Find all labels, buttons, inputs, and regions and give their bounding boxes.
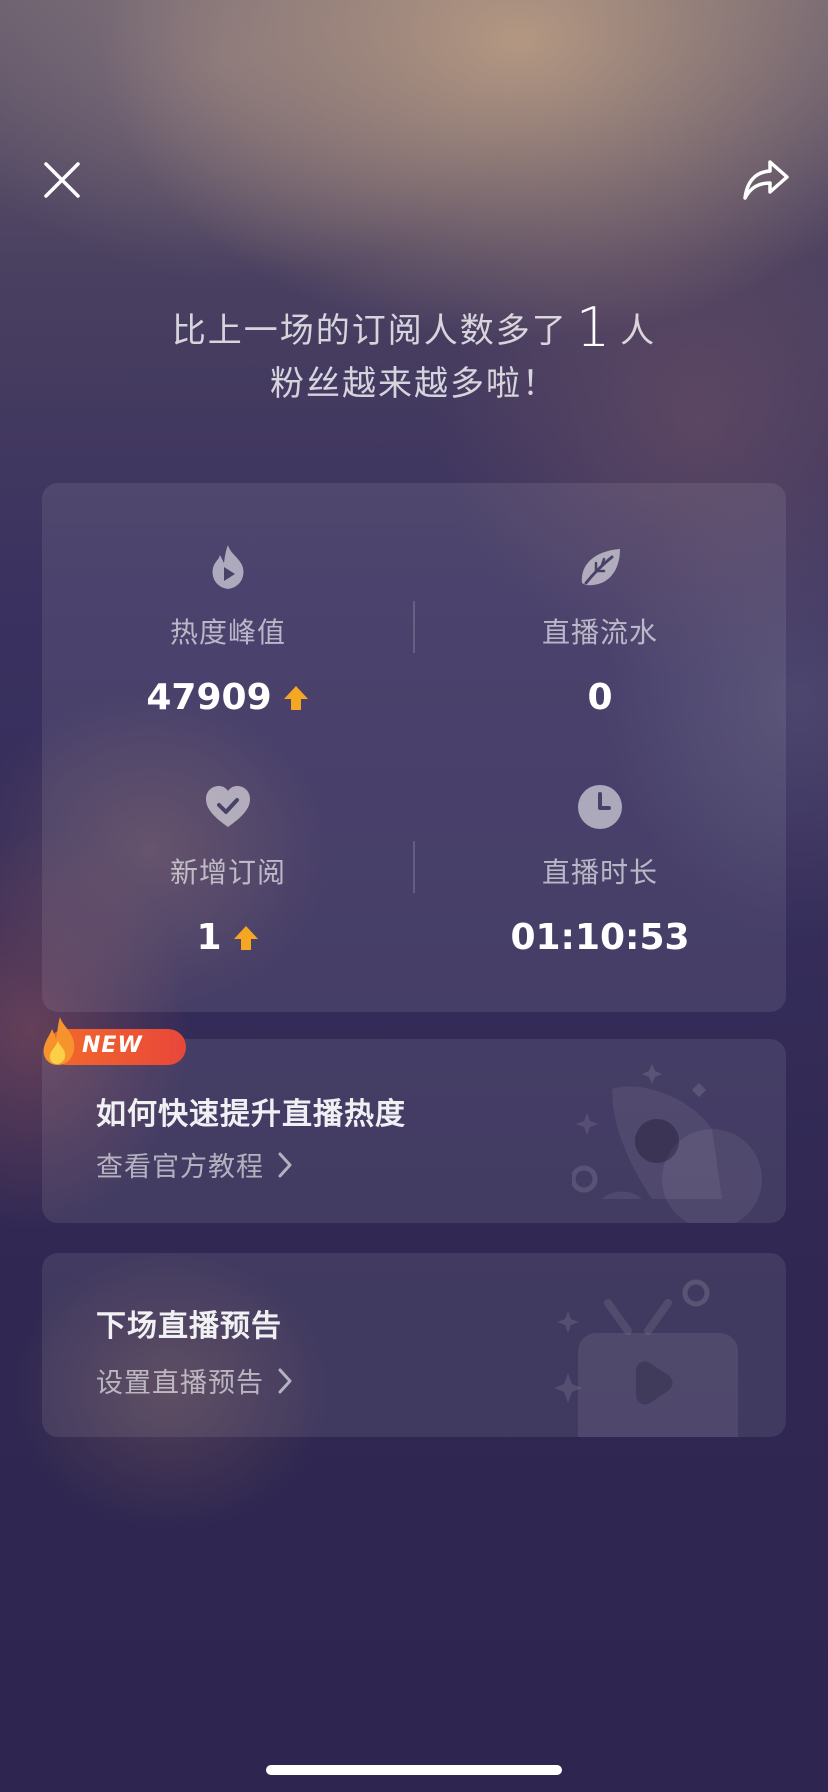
- share-icon: [743, 160, 789, 200]
- stat-label: 新增订阅: [169, 856, 286, 889]
- stats-card: 热度峰值 47909 直播流水 0 新增订阅 1 直播时长 01:10:53: [42, 483, 786, 1012]
- stat-number: 0: [587, 677, 613, 718]
- promo-link[interactable]: 查看官方教程: [96, 1145, 292, 1184]
- stat-label: 直播时长: [541, 856, 658, 889]
- close-button[interactable]: [32, 150, 92, 210]
- promo-link[interactable]: 设置直播预告: [96, 1361, 292, 1400]
- promo-title: 下场直播预告: [96, 1309, 282, 1344]
- promo-link-text: 设置直播预告: [96, 1368, 264, 1399]
- heart-check-icon: [206, 786, 250, 827]
- rocket-illustration: [572, 1064, 762, 1223]
- promo-title: 如何快速提升直播热度: [96, 1097, 406, 1132]
- tv-illustration: [554, 1279, 738, 1437]
- stat-value: 1: [42, 917, 414, 958]
- stat-number: 1: [196, 917, 222, 958]
- stat-label: 热度峰值: [169, 616, 286, 649]
- up-arrow-icon: [283, 685, 308, 710]
- stat-value: 47909: [42, 677, 414, 718]
- stat-number: 47909: [146, 677, 272, 718]
- chevron-right-icon: [278, 1368, 292, 1393]
- headline-number: 1: [575, 296, 613, 359]
- stat-value: 0: [414, 677, 786, 718]
- promo-link-text: 查看官方教程: [96, 1152, 264, 1183]
- stat-new-subscriptions: 新增订阅 1: [42, 783, 414, 958]
- flame-play-icon: [212, 545, 244, 589]
- flame-icon: [43, 1017, 75, 1065]
- headline-suffix: 人: [620, 311, 657, 351]
- stat-label: 直播流水: [541, 616, 658, 649]
- headline-line2: 粉丝越来越多啦！: [270, 364, 558, 404]
- clock-icon: [578, 785, 622, 829]
- new-badge-text: NEW: [82, 1033, 143, 1058]
- home-indicator[interactable]: [266, 1765, 562, 1775]
- up-arrow-icon: [233, 925, 258, 950]
- leaf-icon: [581, 549, 620, 586]
- promo-card-heat-tutorial[interactable]: 如何快速提升直播热度 查看官方教程: [42, 1039, 786, 1223]
- headline-prefix: 比上一场的订阅人数多了: [171, 311, 568, 351]
- stat-live-duration: 直播时长 01:10:53: [414, 783, 786, 958]
- chevron-right-icon: [278, 1152, 292, 1177]
- stat-value: 01:10:53: [414, 917, 786, 958]
- stat-number: 01:10:53: [510, 917, 690, 958]
- share-button[interactable]: [736, 150, 796, 210]
- stat-live-revenue: 直播流水 0: [414, 543, 786, 718]
- new-badge: NEW: [40, 1015, 186, 1067]
- close-icon: [44, 162, 80, 198]
- promo-card-next-live-preview[interactable]: 下场直播预告 设置直播预告: [42, 1253, 786, 1437]
- stat-peak-heat: 热度峰值 47909: [42, 543, 414, 718]
- headline-line1: 比上一场的订阅人数多了 1 人: [0, 292, 828, 359]
